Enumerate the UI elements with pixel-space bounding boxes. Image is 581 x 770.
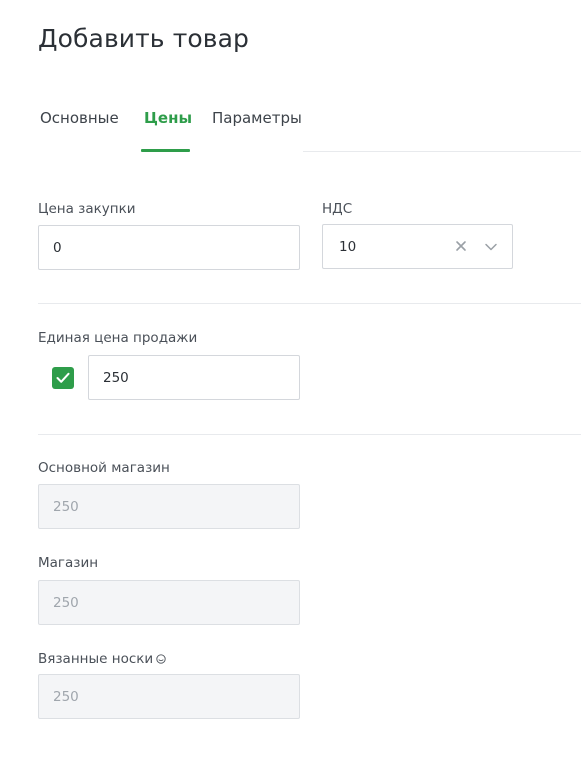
purchase-price-value: 0 [53,239,62,256]
vat-label: НДС [322,201,353,217]
single-price-label: Единая цена продажи [38,330,198,346]
checkmark-icon [56,372,70,383]
purchase-price-input[interactable]: 0 [38,225,300,270]
tab-prices[interactable]: Цены [144,109,192,127]
store-price-input: 250 [38,580,300,625]
chevron-down-icon[interactable] [484,240,498,254]
store-price-value: 250 [53,594,79,611]
tabs-divider [303,151,581,152]
store-main-label: Основной магазин [38,460,170,476]
tabs: Основные Цены Параметры [0,104,581,152]
store-label: Магазин [38,555,99,571]
single-price-checkbox[interactable] [52,367,74,389]
section-divider [38,303,581,304]
store-main-price-input: 250 [38,484,300,529]
page-title: Добавить товар [38,24,249,53]
vat-select[interactable]: 10 [322,224,513,269]
close-icon[interactable] [453,238,469,254]
store-socks-price-input: 250 [38,674,300,719]
active-tab-indicator [141,149,190,152]
smile-icon [156,654,166,664]
store-socks-price-value: 250 [53,688,79,705]
store-socks-label: Вязанные носки [38,651,154,667]
store-socks-label-row: Вязанные носки [38,651,166,667]
section-divider [38,434,581,435]
purchase-price-label: Цена закупки [38,201,136,217]
store-main-price-value: 250 [53,498,79,515]
vat-value: 10 [339,238,357,255]
tab-parameters[interactable]: Параметры [212,109,302,127]
single-price-input[interactable]: 250 [88,355,300,400]
single-price-value: 250 [103,369,129,386]
tab-main[interactable]: Основные [40,109,119,127]
